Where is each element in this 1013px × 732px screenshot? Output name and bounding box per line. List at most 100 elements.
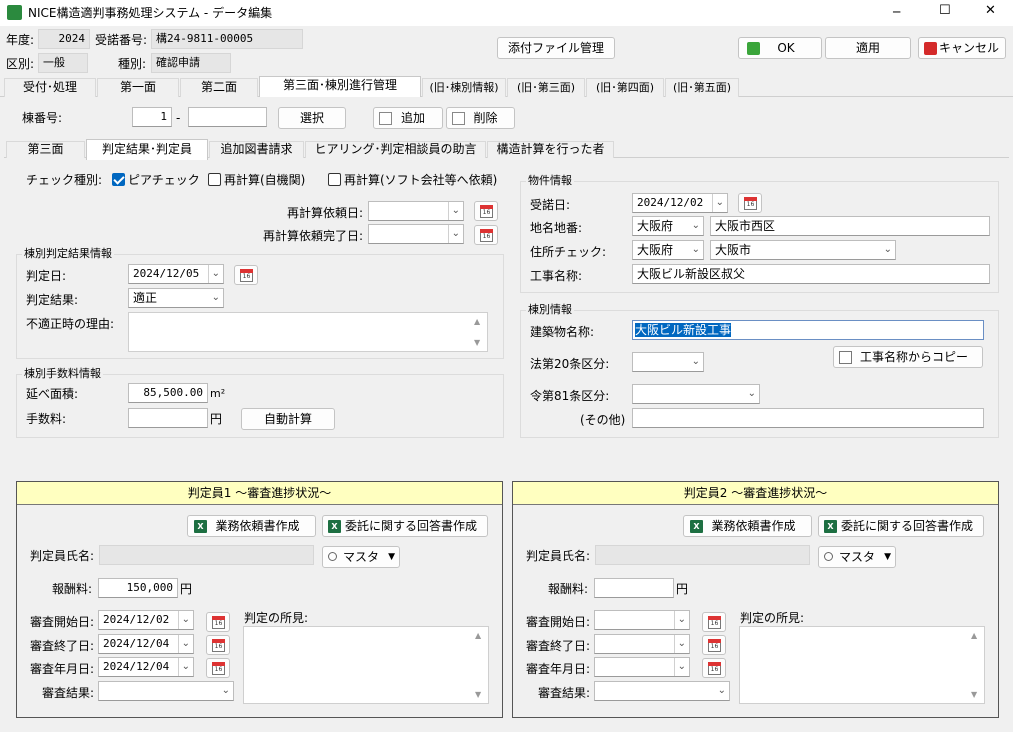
judgment-date-label: 判定日:	[26, 269, 67, 283]
calendar-icon[interactable]: 16	[702, 658, 726, 678]
calendar-icon[interactable]: 16	[206, 658, 230, 678]
building-name-selected-text: 大阪ビル新設工事	[635, 323, 732, 337]
attach-file-button[interactable]: 添付ファイル管理	[497, 37, 615, 59]
judge1-request-doc-button[interactable]: X 業務依頼書作成	[187, 515, 316, 537]
receipt-date-picker[interactable]: 2024/12/02 ⌄	[632, 193, 728, 213]
search-icon	[328, 552, 337, 561]
other-label: (その他)	[580, 413, 626, 427]
judge1-master-button[interactable]: マスタ ▼	[322, 546, 400, 568]
tab-page1[interactable]: 第一面	[97, 78, 179, 97]
address-check-city-select[interactable]: 大阪市 ⌄	[710, 240, 896, 260]
judgment-result-select[interactable]: 適正 ⌄	[128, 288, 224, 308]
unfit-reason-textarea[interactable]: ▲ ▼	[128, 312, 488, 352]
judge1-opinion-textarea[interactable]: ▲ ▼	[243, 626, 489, 704]
address-input[interactable]: 大阪市西区	[710, 216, 990, 236]
subtab-judgment-result[interactable]: 判定結果･判定員	[86, 139, 208, 160]
judge2-ym-date-picker[interactable]: ⌄	[594, 657, 690, 677]
article20-select[interactable]: ⌄	[632, 352, 704, 372]
recalc-outsource-checkbox[interactable]	[328, 173, 341, 186]
main-tab-bar: 受付･処理 第一面 第二面 第三面･棟別進行管理 (旧･棟別情報) (旧･第三面…	[0, 76, 1013, 97]
calendar-icon[interactable]: 16	[206, 635, 230, 655]
tab-old-building-info[interactable]: (旧･棟別情報)	[422, 78, 506, 97]
judge2-result-select[interactable]: ⌄	[594, 681, 730, 701]
subtab-hearing[interactable]: ヒアリング･判定相談員の助言	[305, 141, 486, 158]
work-name-input[interactable]: 大阪ビル新設区叔父	[632, 264, 990, 284]
building-name-input[interactable]: 大阪ビル新設工事	[632, 320, 984, 340]
judge1-name-label: 判定員氏名:	[30, 549, 95, 563]
receipt-date-label: 受諾日:	[530, 198, 571, 212]
judge1-start-date-picker[interactable]: 2024/12/02 ⌄	[98, 610, 194, 630]
auto-calc-button[interactable]: 自動計算	[241, 408, 335, 430]
sub-tab-bar: 第三面 判定結果･判定員 追加図書請求 ヒアリング･判定相談員の助言 構造計算を…	[4, 139, 1009, 160]
judge1-pay-input[interactable]: 150,000	[98, 578, 178, 598]
fee-input[interactable]	[128, 408, 208, 428]
calendar-icon[interactable]: 16	[206, 612, 230, 632]
judge2-end-label: 審査終了日:	[526, 639, 591, 653]
tab-old-page4[interactable]: (旧･第四面)	[586, 78, 664, 97]
judge2-pay-input[interactable]	[594, 578, 674, 598]
judge2-master-button[interactable]: マスタ ▼	[818, 546, 896, 568]
building-sub-input[interactable]	[188, 107, 267, 127]
address-prefecture-select[interactable]: 大阪府 ⌄	[632, 216, 704, 236]
judge2-end-date-picker[interactable]: ⌄	[594, 634, 690, 654]
tab-page3-building-progress[interactable]: 第三面･棟別進行管理	[259, 76, 421, 97]
recalc-request-date-label: 再計算依頼日:	[287, 206, 364, 220]
recalc-done-date-picker[interactable]: ⌄	[368, 224, 464, 244]
copy-from-work-name-button[interactable]: 工事名称からコピー	[833, 346, 983, 368]
judge1-result-select[interactable]: ⌄	[98, 681, 234, 701]
fee-unit: 円	[210, 412, 223, 426]
select-button[interactable]: 選択	[278, 107, 346, 129]
scroll-down-icon: ▼	[475, 690, 482, 699]
calendar-icon[interactable]: 16	[474, 201, 498, 221]
judgment-date-picker[interactable]: 2024/12/05 ⌄	[128, 264, 224, 284]
peer-check-checkbox[interactable]	[112, 173, 125, 186]
chevron-down-icon: ⌄	[177, 611, 190, 629]
judge1-pay-unit: 円	[180, 582, 193, 596]
floor-area-label: 延べ面積:	[26, 387, 79, 401]
add-button[interactable]: 追加	[373, 107, 443, 129]
calendar-icon[interactable]: 16	[474, 225, 498, 245]
tab-old-page5[interactable]: (旧･第五面)	[665, 78, 739, 97]
judge2-opinion-textarea[interactable]: ▲ ▼	[739, 626, 985, 704]
judge1-pay-label: 報酬料:	[52, 582, 93, 596]
calendar-icon[interactable]: 16	[738, 193, 762, 213]
ok-button[interactable]: OK	[738, 37, 822, 59]
cross-icon	[924, 42, 937, 55]
judge2-start-date-picker[interactable]: ⌄	[594, 610, 690, 630]
close-icon[interactable]: ✕	[985, 3, 996, 19]
judge2-reply-doc-button[interactable]: X 委託に関する回答書作成	[818, 515, 984, 537]
scrollbar[interactable]: ▲ ▼	[472, 627, 488, 703]
recalc-request-date-picker[interactable]: ⌄	[368, 201, 464, 221]
judge1-end-date-picker[interactable]: 2024/12/04 ⌄	[98, 634, 194, 654]
judge1-reply-doc-button[interactable]: X 委託に関する回答書作成	[322, 515, 488, 537]
judge1-ym-date-picker[interactable]: 2024/12/04 ⌄	[98, 657, 194, 677]
judge2-request-doc-button[interactable]: X 業務依頼書作成	[683, 515, 812, 537]
dropdown-arrow-icon: ▼	[388, 552, 395, 562]
cancel-button[interactable]: キャンセル	[918, 37, 1006, 59]
judge1-opinion-label: 判定の所見:	[244, 611, 309, 625]
tab-reception[interactable]: 受付･処理	[4, 78, 96, 97]
address-check-prefecture-select[interactable]: 大阪府 ⌄	[632, 240, 704, 260]
calendar-icon[interactable]: 16	[702, 612, 726, 632]
delete-button[interactable]: 削除	[446, 107, 515, 129]
apply-button[interactable]: 適用	[825, 37, 911, 59]
floor-area-input[interactable]: 85,500.00	[128, 383, 208, 403]
subtab-additional-docs[interactable]: 追加図書請求	[209, 141, 304, 158]
calendar-icon[interactable]: 16	[234, 265, 258, 285]
building-number-label: 棟番号:	[22, 111, 63, 125]
recalc-self-checkbox[interactable]	[208, 173, 221, 186]
article81-select[interactable]: ⌄	[632, 384, 760, 404]
calendar-icon[interactable]: 16	[702, 635, 726, 655]
tab-page2[interactable]: 第二面	[180, 78, 258, 97]
recalc-self-label: 再計算(自機関)	[224, 173, 306, 187]
subtab-page3[interactable]: 第三面	[6, 141, 85, 158]
tab-old-page3[interactable]: (旧･第三面)	[507, 78, 585, 97]
maximize-icon[interactable]: ☐	[939, 3, 951, 19]
subtab-calculator[interactable]: 構造計算を行った者	[487, 141, 614, 158]
scrollbar[interactable]: ▲ ▼	[968, 627, 984, 703]
judge1-header: 判定員1 ～審査進捗状況～	[17, 482, 502, 505]
building-number-input[interactable]: 1	[132, 107, 172, 127]
scrollbar[interactable]: ▲ ▼	[471, 313, 487, 351]
minimize-icon[interactable]: ─	[893, 4, 900, 20]
other-input[interactable]	[632, 408, 984, 428]
